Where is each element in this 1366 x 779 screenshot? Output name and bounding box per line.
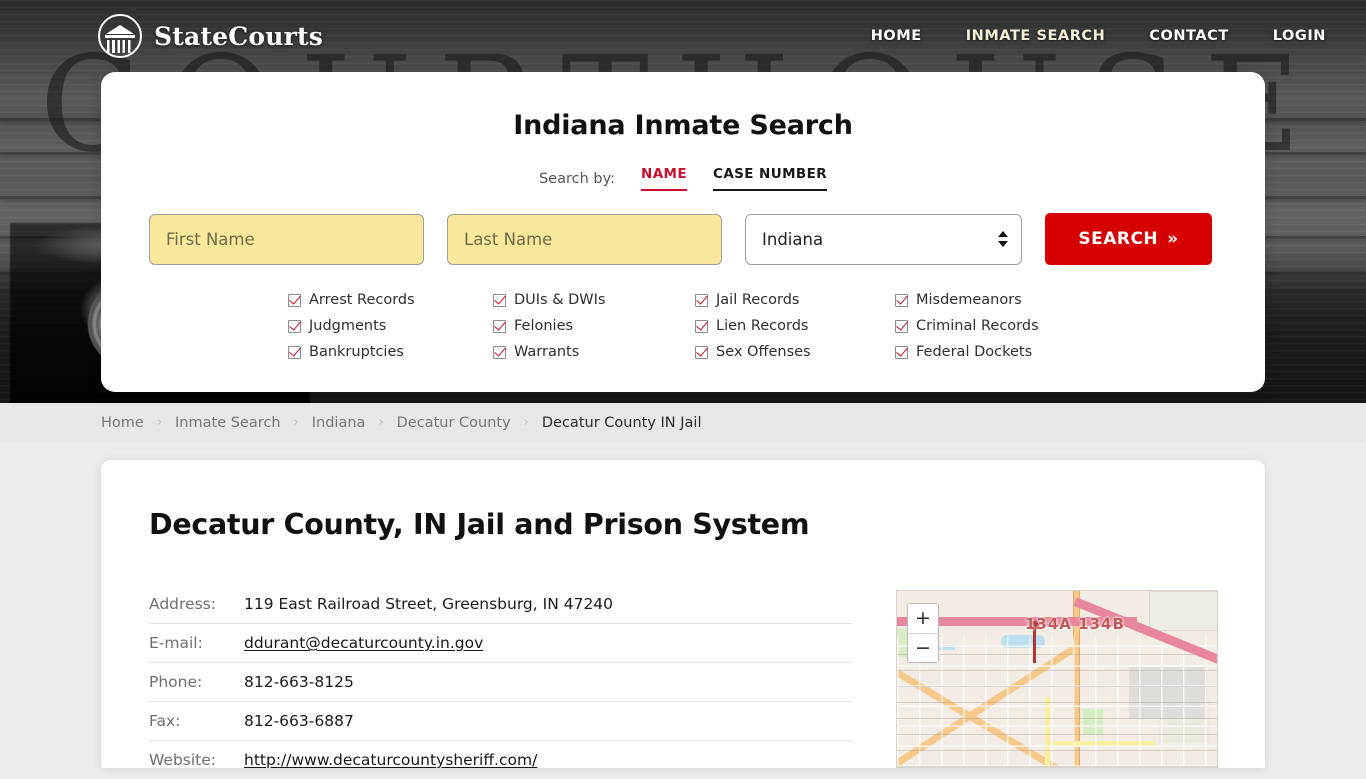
table-row: Fax: 812-663-6887 [149, 702, 852, 741]
checkbox-misdemeanors[interactable]: Misdemeanors [895, 292, 1078, 308]
nav-item-inmate-search[interactable]: INMATE SEARCH [966, 28, 1106, 44]
detail-value-email: ddurant@decaturcounty.in.gov [244, 624, 852, 663]
checkbox-icon [288, 320, 301, 333]
checkbox-icon [695, 320, 708, 333]
table-row: Address: 119 East Railroad Street, Green… [149, 585, 852, 624]
checkbox-label: Bankruptcies [309, 344, 404, 360]
breadcrumb-item-home[interactable]: Home [101, 415, 144, 431]
search-panel-title: Indiana Inmate Search [149, 110, 1217, 141]
chevron-right-icon: › [378, 416, 383, 429]
facility-details-table: Address: 119 East Railroad Street, Green… [149, 585, 852, 779]
site-header: StateCourts HOME INMATE SEARCH CONTACT L… [0, 0, 1366, 72]
breadcrumb-item-inmate-search[interactable]: Inmate Search [175, 415, 281, 431]
detail-value-address: 119 East Railroad Street, Greensburg, IN… [244, 585, 852, 624]
detail-key: Phone: [149, 663, 244, 702]
website-link[interactable]: http://www.decaturcountysheriff.com/ [244, 751, 537, 769]
checkbox-icon [895, 320, 908, 333]
checkbox-lien-records[interactable]: Lien Records [695, 318, 895, 334]
table-row: E-mail: ddurant@decaturcounty.in.gov [149, 624, 852, 663]
checkbox-label: Arrest Records [309, 292, 415, 308]
map-zoom-out-button[interactable]: − [908, 633, 938, 662]
checkbox-label: Criminal Records [916, 318, 1039, 334]
email-link[interactable]: ddurant@decaturcounty.in.gov [244, 634, 483, 652]
detail-key: E-mail: [149, 624, 244, 663]
checkbox-icon [895, 346, 908, 359]
checkbox-icon [288, 294, 301, 307]
checkbox-bankruptcies[interactable]: Bankruptcies [288, 344, 493, 360]
brand-name: StateCourts [154, 22, 323, 51]
checkbox-icon [493, 294, 506, 307]
search-button-label: SEARCH [1078, 229, 1158, 249]
state-select[interactable]: Indiana [745, 214, 1022, 265]
detail-value-website: http://www.decaturcountysheriff.com/ [244, 741, 852, 779]
checkbox-label: Lien Records [716, 318, 808, 334]
nav-item-home[interactable]: HOME [871, 28, 922, 44]
table-row: Website: http://www.decaturcountysheriff… [149, 741, 852, 779]
search-button[interactable]: SEARCH » [1045, 213, 1212, 265]
search-by-row: Search by: NAME CASE NUMBER [149, 166, 1217, 191]
map-road-label: 134A 134B [1025, 615, 1125, 633]
detail-key: Fax: [149, 702, 244, 741]
detail-key: Website: [149, 741, 244, 779]
checkbox-icon [895, 294, 908, 307]
tab-search-by-name[interactable]: NAME [641, 166, 687, 191]
breadcrumb-item-current: Decatur County IN Jail [542, 415, 702, 431]
checkbox-judgments[interactable]: Judgments [288, 318, 493, 334]
checkbox-icon [288, 346, 301, 359]
record-type-checklist: Arrest Records DUIs & DWIs Jail Records … [288, 292, 1078, 360]
inmate-search-panel: Indiana Inmate Search Search by: NAME CA… [101, 72, 1265, 392]
checkbox-icon [695, 346, 708, 359]
checkbox-label: DUIs & DWIs [514, 292, 605, 308]
hero-banner: COURTHOUSE StateCourts HOME INMATE SEARC… [0, 0, 1366, 403]
map-zoom-controls: + − [907, 603, 939, 663]
chevron-right-icon: › [524, 416, 529, 429]
checkbox-label: Sex Offenses [716, 344, 811, 360]
double-chevron-right-icon: » [1167, 231, 1178, 248]
checkbox-jail-records[interactable]: Jail Records [695, 292, 895, 308]
breadcrumb: Home › Inmate Search › Indiana › Decatur… [0, 403, 1366, 442]
checkbox-label: Warrants [514, 344, 579, 360]
first-name-input[interactable] [149, 214, 424, 265]
breadcrumb-item-indiana[interactable]: Indiana [312, 415, 366, 431]
checkbox-label: Federal Dockets [916, 344, 1032, 360]
checkbox-criminal-records[interactable]: Criminal Records [895, 318, 1078, 334]
checkbox-label: Misdemeanors [916, 292, 1022, 308]
checkbox-label: Judgments [309, 318, 386, 334]
breadcrumb-item-decatur-county[interactable]: Decatur County [397, 415, 511, 431]
checkbox-label: Felonies [514, 318, 573, 334]
chevron-right-icon: › [294, 416, 299, 429]
location-map[interactable]: 134A 134B + − [896, 590, 1218, 768]
main-navigation: HOME INMATE SEARCH CONTACT LOGIN [871, 28, 1326, 44]
detail-key: Address: [149, 585, 244, 624]
checkbox-federal-dockets[interactable]: Federal Dockets [895, 344, 1078, 360]
table-row: Phone: 812-663-8125 [149, 663, 852, 702]
chevron-right-icon: › [157, 416, 162, 429]
state-select-wrapper: Indiana [745, 214, 1022, 265]
checkbox-felonies[interactable]: Felonies [493, 318, 695, 334]
nav-item-contact[interactable]: CONTACT [1149, 28, 1228, 44]
checkbox-icon [695, 294, 708, 307]
checkbox-label: Jail Records [716, 292, 799, 308]
checkbox-duis-dwis[interactable]: DUIs & DWIs [493, 292, 695, 308]
checkbox-icon [493, 320, 506, 333]
detail-value-fax: 812-663-6887 [244, 702, 852, 741]
tab-search-by-case-number[interactable]: CASE NUMBER [713, 166, 827, 191]
courthouse-icon [98, 14, 142, 58]
map-zoom-in-button[interactable]: + [908, 604, 938, 633]
detail-value-phone: 812-663-8125 [244, 663, 852, 702]
page-title: Decatur County, IN Jail and Prison Syste… [149, 508, 1217, 541]
brand-logo[interactable]: StateCourts [98, 14, 323, 58]
checkbox-sex-offenses[interactable]: Sex Offenses [695, 344, 895, 360]
checkbox-icon [493, 346, 506, 359]
nav-item-login[interactable]: LOGIN [1273, 28, 1326, 44]
last-name-input[interactable] [447, 214, 722, 265]
map-street-grid [897, 641, 1217, 767]
search-form: Indiana SEARCH » [149, 213, 1217, 265]
checkbox-warrants[interactable]: Warrants [493, 344, 695, 360]
search-by-label: Search by: [539, 171, 615, 187]
checkbox-arrest-records[interactable]: Arrest Records [288, 292, 493, 308]
